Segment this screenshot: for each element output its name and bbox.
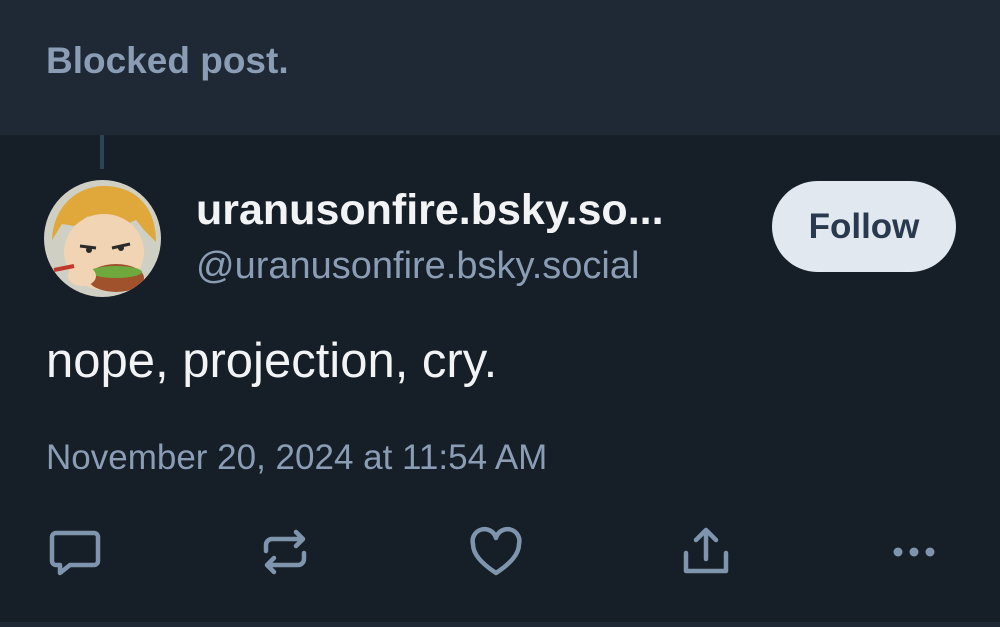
author-display-name[interactable]: uranusonfire.bsky.so... xyxy=(196,186,736,235)
author-handle[interactable]: @uranusonfire.bsky.social xyxy=(196,245,639,288)
reply-icon xyxy=(49,530,101,576)
thread-connector-line xyxy=(100,135,104,169)
like-button[interactable] xyxy=(466,522,526,582)
post-text: nope, projection, cry. xyxy=(46,334,498,388)
repost-button[interactable] xyxy=(255,522,315,582)
share-icon xyxy=(683,527,729,574)
blocked-post-notice[interactable]: Blocked post. xyxy=(0,0,1000,135)
blocked-post-label: Blocked post. xyxy=(46,40,289,81)
divider xyxy=(0,622,1000,627)
follow-button[interactable]: Follow xyxy=(772,181,956,272)
post-timestamp: November 20, 2024 at 11:54 AM xyxy=(46,438,548,477)
more-icon xyxy=(893,547,935,557)
repost-icon xyxy=(263,529,307,575)
reply-button[interactable] xyxy=(45,522,105,582)
avatar[interactable] xyxy=(44,180,161,297)
like-icon xyxy=(470,526,522,576)
more-options-button[interactable] xyxy=(884,522,944,582)
share-button[interactable] xyxy=(676,522,736,582)
avatar-icon xyxy=(44,180,161,297)
